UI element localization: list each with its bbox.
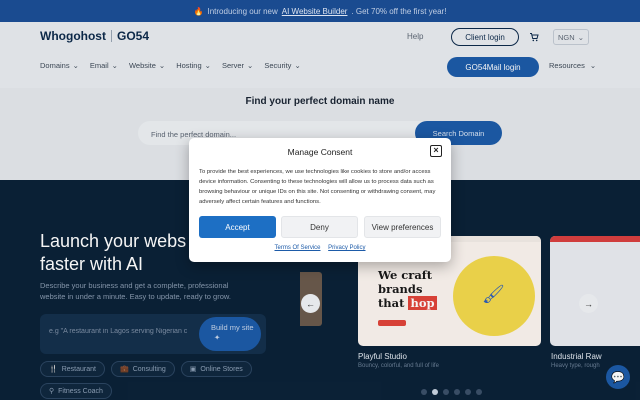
deny-button[interactable]: Deny bbox=[281, 216, 358, 238]
view-preferences-button[interactable]: View preferences bbox=[364, 216, 441, 238]
modal-title: Manage Consent bbox=[287, 147, 353, 157]
consent-text: To provide the best experiences, we use … bbox=[199, 169, 436, 205]
consent-modal: Manage Consent × To provide the best exp… bbox=[189, 138, 451, 262]
terms-link[interactable]: Terms Of Service bbox=[274, 245, 320, 251]
consent-links: Terms Of Service Privacy Policy bbox=[189, 245, 451, 251]
close-icon[interactable]: × bbox=[430, 145, 442, 157]
privacy-link[interactable]: Privacy Policy bbox=[328, 245, 365, 251]
accept-button[interactable]: Accept bbox=[199, 216, 276, 238]
